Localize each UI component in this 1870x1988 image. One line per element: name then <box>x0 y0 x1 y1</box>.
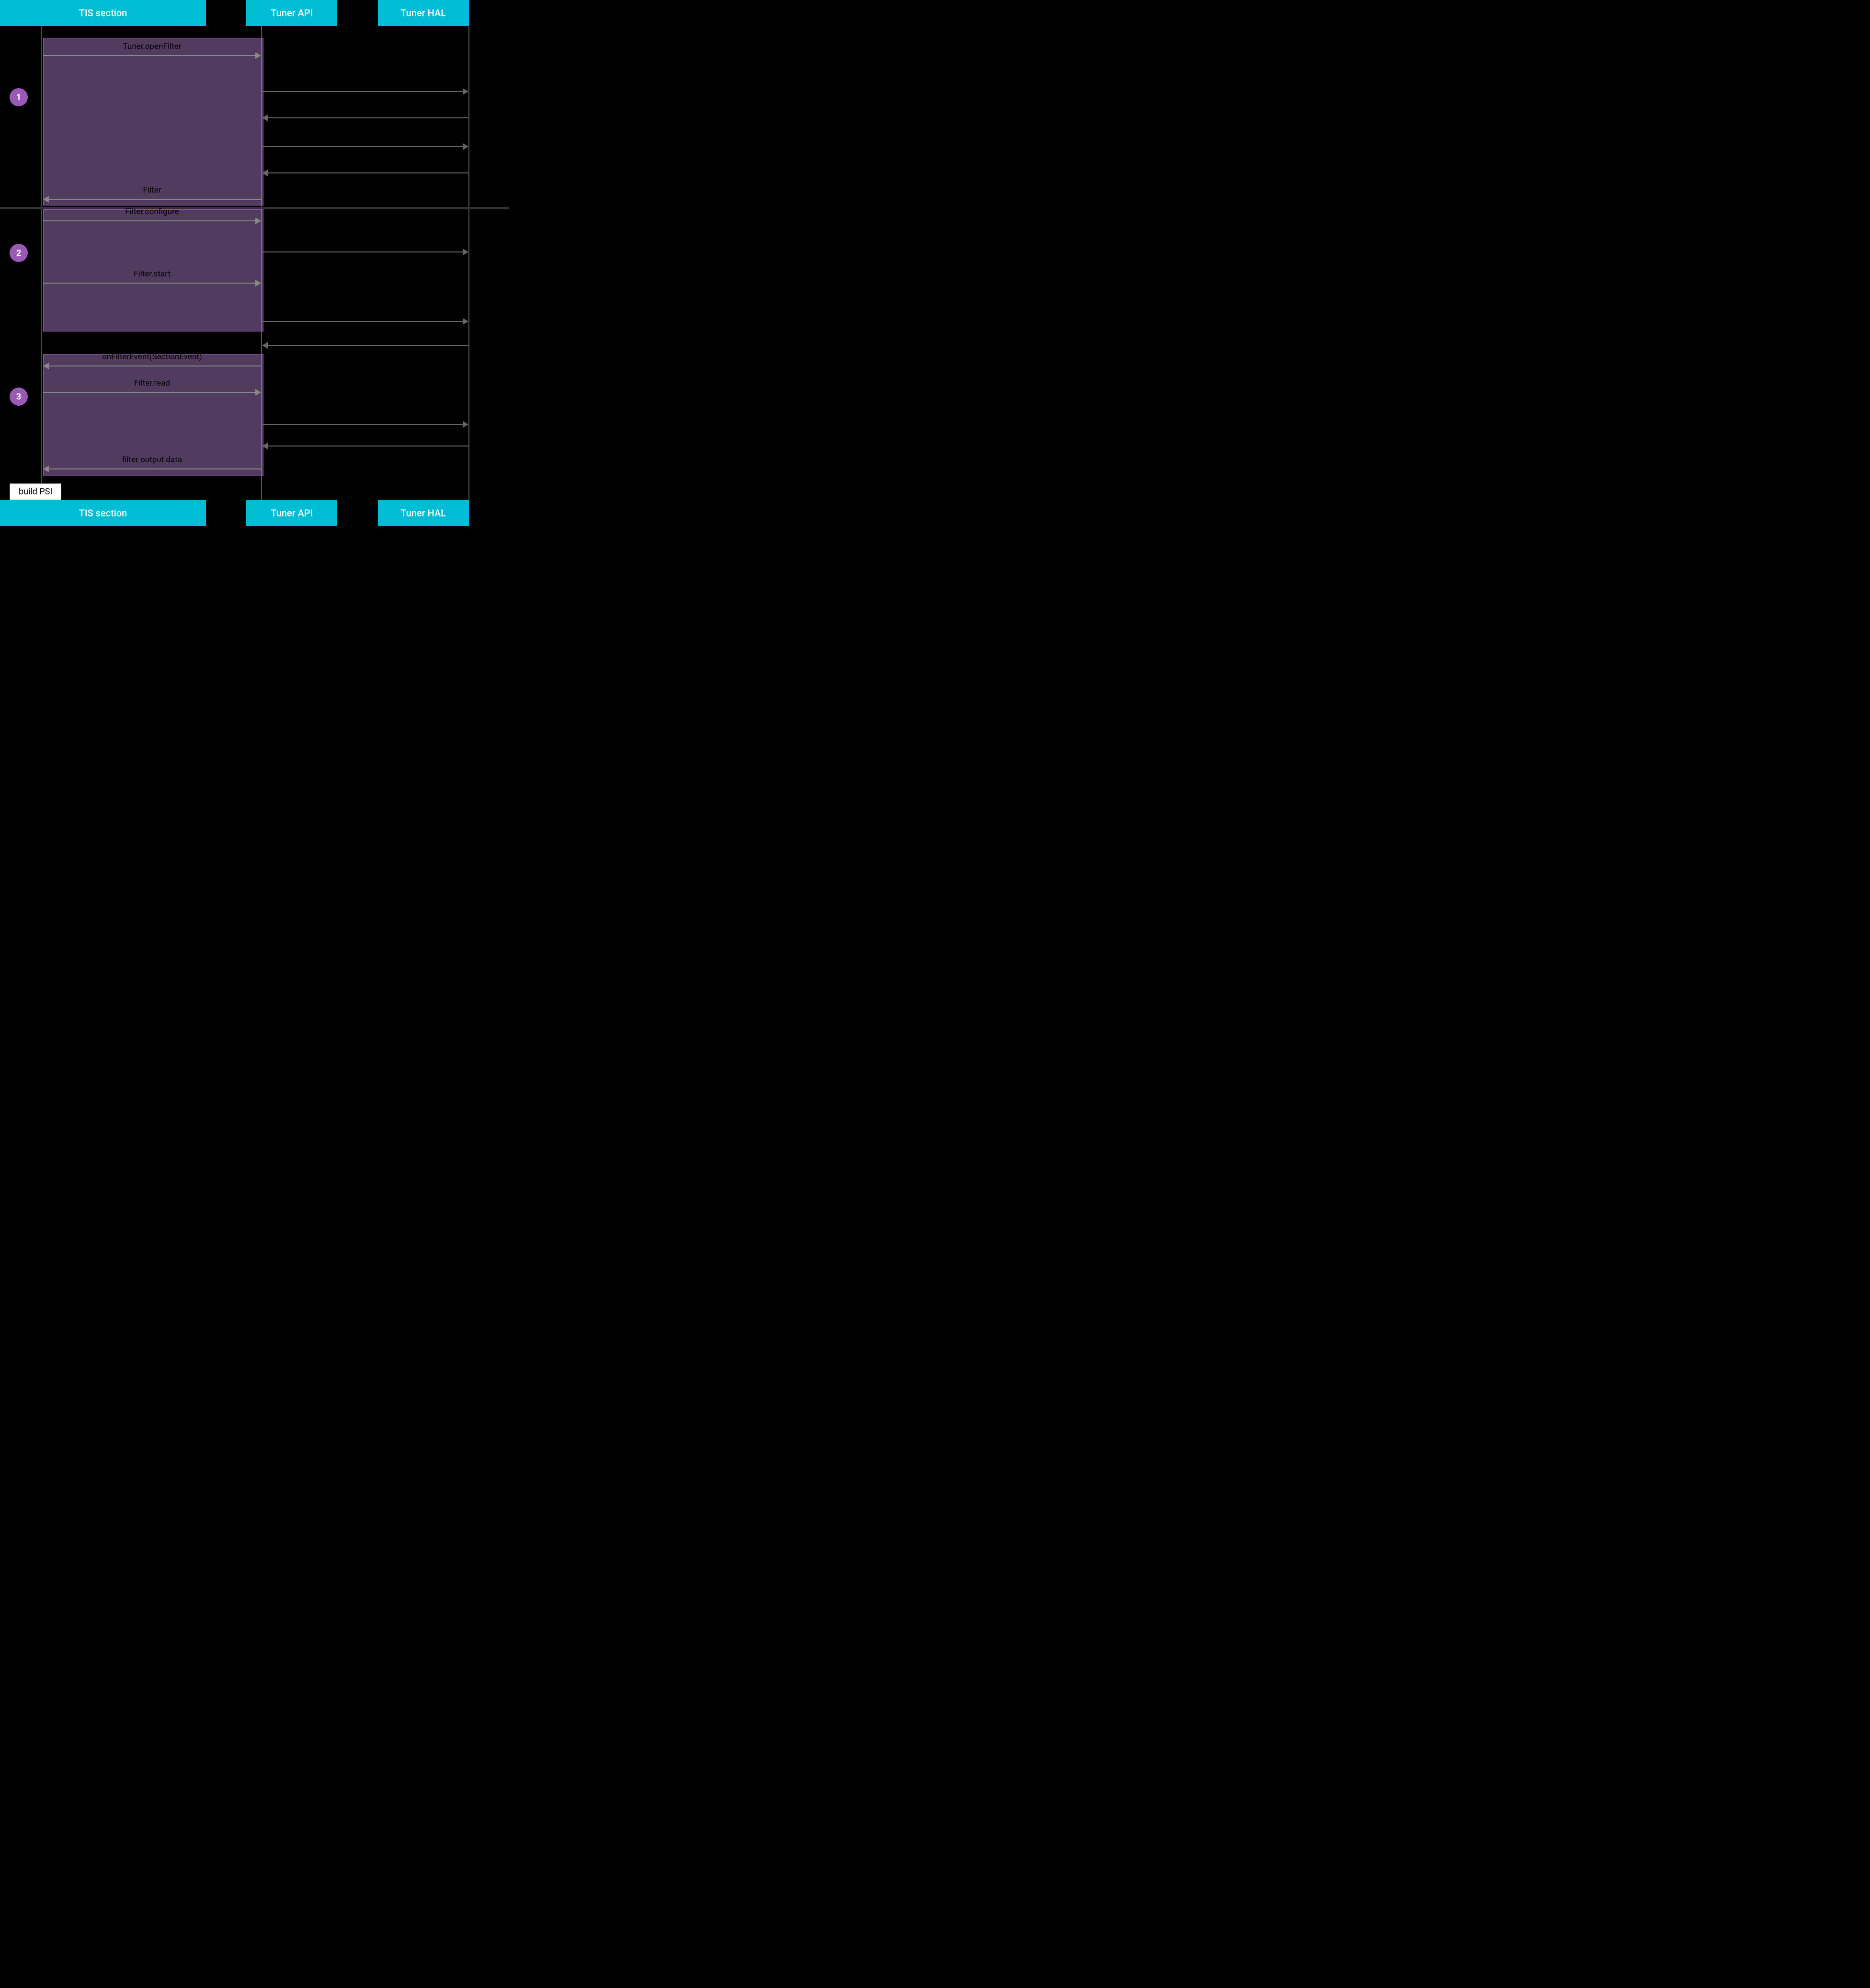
arrow-to-hal-5 <box>262 421 468 428</box>
lifeline-tis <box>41 26 42 500</box>
header-tuner-hal: Tuner HAL <box>378 0 469 26</box>
arrow-to-hal-3 <box>262 249 468 255</box>
arrow-filter-read: Filter.read <box>43 389 261 396</box>
label-filter-output: filter output data <box>122 455 182 465</box>
footer-tuner-api: Tuner API <box>246 500 337 526</box>
arrow-to-hal-1 <box>262 88 468 95</box>
section-1-box <box>43 38 263 206</box>
sequence-diagram: TIS section Tuner API Tuner HAL 1 Tuner.… <box>0 0 509 526</box>
label-tuner-open-filter: Tuner.openFilter <box>123 42 182 51</box>
header-bar: TIS section Tuner API Tuner HAL <box>0 0 509 26</box>
arrow-filter-start: Filter.start <box>43 280 261 286</box>
arrow-to-hal-2 <box>262 143 468 150</box>
step-3-circle: 3 <box>10 388 28 406</box>
label-on-filter-event: onFilterEvent(SectionEvent) <box>102 352 202 362</box>
arrow-from-hal-1 <box>262 114 468 121</box>
label-filter-configure: Filter.configure <box>125 207 179 217</box>
arrow-on-filter-event: onFilterEvent(SectionEvent) <box>43 363 261 369</box>
arrow-filter-return: Filter <box>43 196 261 203</box>
step-1-circle: 1 <box>10 88 28 106</box>
arrow-from-hal-3 <box>262 342 468 349</box>
arrow-filter-configure: Filter.configure <box>43 217 261 224</box>
arrow-to-hal-4 <box>262 318 468 325</box>
main-area: 1 Tuner.openFilter <box>0 26 509 500</box>
arrow-from-hal-2 <box>262 170 468 176</box>
step-2-circle: 2 <box>10 244 28 262</box>
arrow-filter-output: filter output data <box>43 466 261 472</box>
header-tis-section: TIS section <box>0 0 206 26</box>
header-tuner-api: Tuner API <box>246 0 337 26</box>
arrow-tuner-open-filter: Tuner.openFilter <box>43 52 261 59</box>
footer-tis-section: TIS section <box>0 500 206 526</box>
build-psi-box: build PSI <box>10 483 61 500</box>
lifeline-tuner-hal <box>468 26 469 500</box>
footer-bar: TIS section Tuner API Tuner HAL <box>0 500 509 526</box>
label-filter-read: Filter.read <box>134 378 170 388</box>
arrow-from-hal-4 <box>262 443 468 449</box>
build-psi-label: build PSI <box>19 487 52 497</box>
label-filter: Filter <box>143 185 161 195</box>
footer-tuner-hal: Tuner HAL <box>378 500 469 526</box>
label-filter-start: Filter.start <box>134 269 171 279</box>
